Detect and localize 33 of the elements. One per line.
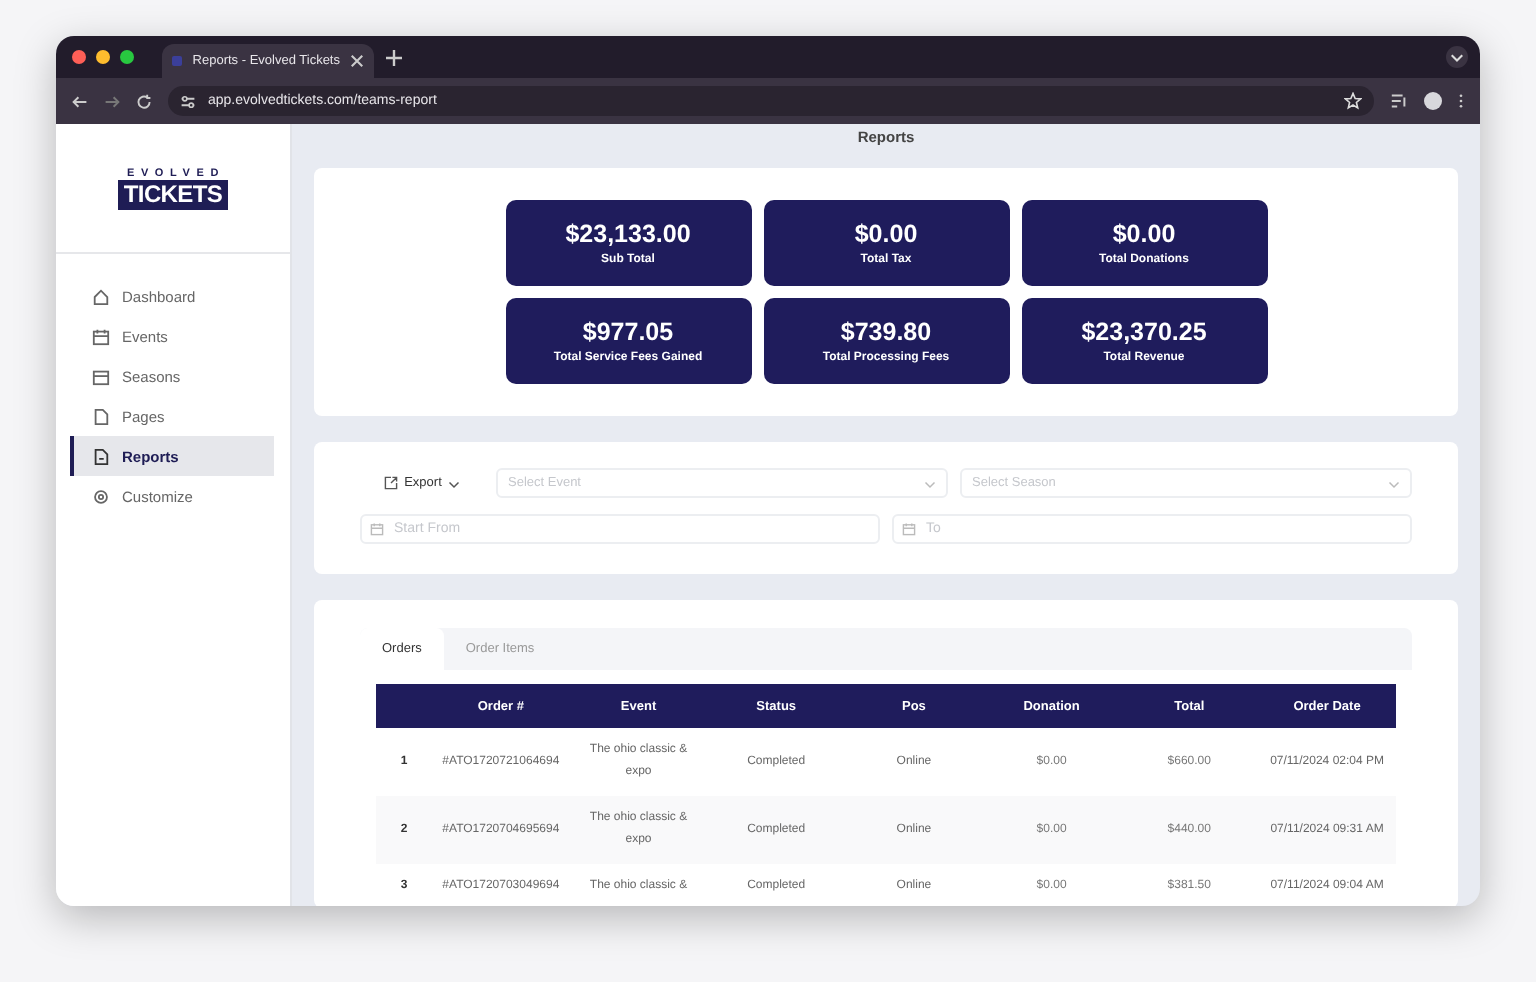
menu-icon[interactable] <box>1458 92 1464 110</box>
site-settings-icon[interactable] <box>180 93 196 109</box>
stat-value: $0.00 <box>1112 220 1176 248</box>
close-tab-icon[interactable] <box>350 54 364 68</box>
stat-value: $0.00 <box>854 220 918 248</box>
media-icon[interactable] <box>1390 92 1408 110</box>
forward-icon[interactable] <box>104 93 120 109</box>
tab-search-button[interactable] <box>1446 46 1468 68</box>
new-tab-icon[interactable] <box>386 49 402 65</box>
calendar-icon <box>92 367 110 385</box>
chevron-down-icon <box>1450 50 1464 64</box>
chevron-down-icon <box>1388 477 1400 489</box>
stat-value: $739.80 <box>840 318 932 346</box>
page-icon <box>92 407 110 425</box>
export-icon <box>384 476 399 490</box>
stat-value: $977.05 <box>582 318 674 346</box>
close-button[interactable] <box>72 50 86 64</box>
calendar-icon <box>902 522 916 536</box>
page-icon <box>92 447 110 465</box>
reload-icon[interactable] <box>136 93 152 109</box>
stat-value: $23,133.00 <box>565 220 691 248</box>
minimize-button[interactable] <box>96 50 110 64</box>
home-icon <box>92 287 110 305</box>
caret-icon <box>447 477 460 489</box>
favicon-icon <box>172 56 183 66</box>
profile-avatar[interactable] <box>1424 92 1442 110</box>
maximize-button[interactable] <box>120 50 134 64</box>
bookmark-star-icon[interactable] <box>1344 92 1362 110</box>
back-icon[interactable] <box>72 93 88 109</box>
calendar-icon <box>370 522 384 536</box>
stat-value: $23,370.25 <box>1081 318 1207 346</box>
calendar-icon <box>92 327 110 345</box>
chevron-down-icon <box>924 477 936 489</box>
